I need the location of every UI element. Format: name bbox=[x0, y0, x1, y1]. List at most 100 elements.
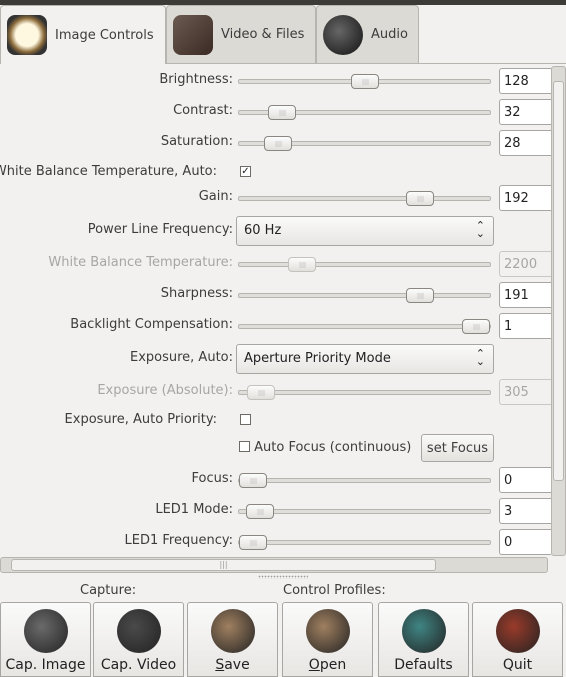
control-profiles-label: Control Profiles: bbox=[283, 583, 386, 598]
control-label: Exposure, Auto Priority: bbox=[64, 412, 217, 427]
checkbox[interactable] bbox=[239, 441, 250, 452]
folder-save-icon bbox=[210, 609, 255, 653]
scrollbar-thumb[interactable] bbox=[553, 81, 564, 481]
control-row: White Balance Temperature, Auto: ✓ bbox=[0, 160, 551, 186]
image-controls-panel: Brightness: 128 Contrast: 32 Saturation: 2… bbox=[0, 63, 566, 573]
value-spinbox[interactable]: 0 bbox=[499, 529, 551, 555]
control-row: Exposure, Auto: Aperture Priority Mode ⌃ ⌄ bbox=[0, 344, 551, 374]
film-icon bbox=[173, 14, 213, 55]
horizontal-scrollbar[interactable]: ||| bbox=[0, 557, 548, 573]
slider-track[interactable] bbox=[238, 191, 491, 206]
control-row: Sharpness: 191 bbox=[0, 282, 551, 308]
control-label: Focus: bbox=[191, 471, 233, 486]
slider-track[interactable] bbox=[238, 288, 491, 303]
control-row: LED1 Frequency: 0 bbox=[0, 529, 551, 555]
tab-audio[interactable]: Audio bbox=[316, 5, 419, 63]
tab-bar: Image Controls Video & Files Audio bbox=[0, 5, 566, 64]
control-row: LED1 Mode: 3 bbox=[0, 498, 551, 524]
slider-track[interactable] bbox=[238, 473, 491, 488]
autofocus-checkbox[interactable]: Auto Focus (continuous) bbox=[239, 440, 411, 455]
cap-video-button[interactable]: Cap. Video bbox=[93, 602, 184, 677]
control-label: Gain: bbox=[198, 189, 233, 204]
slider-track[interactable] bbox=[238, 319, 491, 334]
slider-track[interactable] bbox=[238, 257, 491, 272]
set-focus-button[interactable]: set Focus bbox=[421, 434, 494, 462]
button-label: Open bbox=[308, 657, 347, 673]
capture-label: Capture: bbox=[80, 583, 137, 598]
button-label: Cap. Image bbox=[5, 657, 86, 673]
button-label: Quit bbox=[502, 657, 533, 673]
dropdown-value: Aperture Priority Mode bbox=[244, 351, 391, 366]
value-spinbox[interactable]: 192 bbox=[499, 185, 551, 211]
chevron-updown-icon: ⌃ ⌄ bbox=[475, 219, 485, 240]
slider-handle[interactable] bbox=[239, 535, 267, 550]
control-label: Backlight Compensation: bbox=[70, 317, 233, 332]
open-button[interactable]: Open bbox=[282, 602, 373, 677]
value-spinbox[interactable]: 191 bbox=[499, 282, 551, 308]
tab-label: Image Controls bbox=[55, 27, 154, 43]
slider-handle[interactable] bbox=[462, 319, 490, 334]
slider-handle[interactable] bbox=[268, 105, 296, 120]
control-label: Contrast: bbox=[173, 103, 233, 118]
defaults-button[interactable]: Defaults bbox=[378, 602, 469, 677]
control-label: Sharpness: bbox=[160, 286, 233, 301]
slider-track[interactable] bbox=[238, 74, 491, 89]
button-label: Save bbox=[215, 657, 250, 673]
video-camera-icon bbox=[116, 609, 161, 653]
control-label: White Balance Temperature, Auto: bbox=[0, 164, 217, 179]
control-label: Power Line Frequency: bbox=[87, 222, 233, 237]
reset-icon bbox=[401, 609, 446, 653]
tab-label: Audio bbox=[371, 27, 408, 42]
slider-track[interactable] bbox=[238, 136, 491, 151]
checkbox-label: Auto Focus (continuous) bbox=[254, 440, 412, 455]
slider-handle[interactable] bbox=[246, 504, 274, 519]
checkbox[interactable]: ✓ bbox=[240, 166, 251, 177]
slider-handle[interactable] bbox=[351, 74, 379, 89]
control-label: Exposure (Absolute): bbox=[97, 383, 233, 398]
control-row: White Balance Temperature: 2200 bbox=[0, 251, 551, 277]
control-row: Auto Focus (continuous) set Focus bbox=[0, 434, 551, 462]
value-spinbox[interactable]: 3 bbox=[499, 498, 551, 524]
slider-handle[interactable] bbox=[288, 257, 316, 272]
slider-track[interactable] bbox=[238, 535, 491, 550]
control-label: Exposure, Auto: bbox=[129, 350, 233, 365]
tab-video-files[interactable]: Video & Files bbox=[166, 5, 316, 63]
slider-track[interactable] bbox=[238, 504, 491, 519]
cap-image-button[interactable]: Cap. Image bbox=[0, 602, 91, 677]
value-spinbox[interactable]: 0 bbox=[499, 467, 551, 493]
dropdown[interactable]: Aperture Priority Mode ⌃ ⌄ bbox=[236, 344, 494, 374]
slider-handle[interactable] bbox=[406, 191, 434, 206]
value-spinbox[interactable]: 128 bbox=[499, 68, 551, 94]
value-spinbox[interactable]: 32 bbox=[499, 99, 551, 125]
control-row: Exposure, Auto Priority: bbox=[0, 408, 551, 434]
control-label: Brightness: bbox=[159, 72, 233, 87]
button-label: Cap. Video bbox=[100, 657, 177, 673]
slider-handle[interactable] bbox=[239, 473, 267, 488]
quit-button[interactable]: Quit bbox=[472, 602, 563, 677]
slider-handle[interactable] bbox=[264, 136, 292, 151]
slider-track[interactable] bbox=[238, 105, 491, 120]
camera-icon bbox=[23, 609, 68, 653]
control-row: Contrast: 32 bbox=[0, 99, 551, 125]
value-spinbox[interactable]: 2200 bbox=[499, 251, 551, 277]
vertical-scrollbar[interactable] bbox=[551, 66, 566, 556]
scrollbar-thumb[interactable]: ||| bbox=[11, 559, 436, 571]
slider-track[interactable] bbox=[238, 385, 491, 400]
dropdown[interactable]: 60 Hz ⌃ ⌄ bbox=[236, 216, 494, 246]
save-button[interactable]: Save bbox=[187, 602, 278, 677]
control-row: Backlight Compensation: 1 bbox=[0, 313, 551, 339]
slider-handle[interactable] bbox=[247, 385, 275, 400]
pane-resize-grip[interactable] bbox=[258, 575, 308, 579]
value-spinbox[interactable]: 1 bbox=[499, 313, 551, 339]
quit-icon bbox=[495, 609, 540, 653]
control-label: LED1 Mode: bbox=[155, 502, 233, 517]
value-spinbox[interactable]: 28 bbox=[499, 130, 551, 156]
control-row: Exposure (Absolute): 305 bbox=[0, 379, 551, 405]
checkbox[interactable] bbox=[240, 414, 251, 425]
slider-handle[interactable] bbox=[406, 288, 434, 303]
tv-icon bbox=[7, 15, 47, 55]
tab-image-controls[interactable]: Image Controls bbox=[0, 5, 166, 64]
microphone-icon bbox=[323, 14, 363, 55]
value-spinbox[interactable]: 305 bbox=[499, 379, 551, 405]
dropdown-value: 60 Hz bbox=[244, 223, 282, 238]
